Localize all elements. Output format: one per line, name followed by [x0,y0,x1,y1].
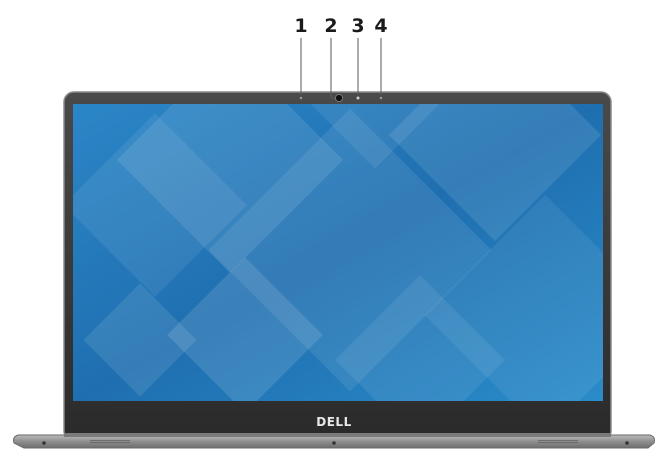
callout-number-1: 1 [294,15,308,37]
base-screw-left [42,441,46,445]
callout-number-3: 3 [351,15,365,37]
base-screw-right [625,441,629,445]
microphone-right-hole [379,96,383,100]
microphone-left-hole [299,96,303,100]
dell-logo: DELL [316,415,352,429]
camera-lens [334,93,344,103]
laptop-figure: 1 2 3 4 DELL [0,0,668,461]
hinge [64,433,611,437]
callout-number-4: 4 [374,15,388,37]
callout-number-2: 2 [324,15,338,37]
camera-status-light [356,96,360,100]
laptop-illustration [13,38,655,449]
base-screw-center [332,441,336,445]
